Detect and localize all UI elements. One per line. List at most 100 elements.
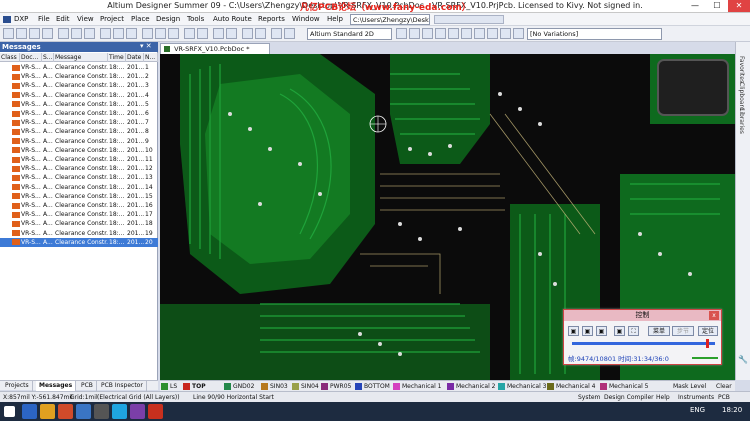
message-row[interactable]: VR-S... A... Clearance Constr... 18:... 201.… bbox=[0, 210, 158, 219]
save-icon[interactable] bbox=[29, 28, 40, 39]
undo-icon[interactable] bbox=[242, 28, 253, 39]
layer-tab[interactable]: PWR05 bbox=[320, 382, 354, 391]
menu-design[interactable]: Design bbox=[156, 15, 180, 23]
message-row[interactable]: VR-S... A... Clearance Constr... 18:... 201.… bbox=[0, 201, 158, 210]
control-grid-icon-1[interactable]: ▣ bbox=[568, 326, 579, 336]
message-row[interactable]: VR-S... A... Clearance Constr... 18:... 201.… bbox=[0, 164, 158, 173]
via-icon[interactable] bbox=[448, 28, 459, 39]
message-row[interactable]: VR-S... A... Clearance Constr... 18:... 201.… bbox=[0, 183, 158, 192]
cloud-icon[interactable] bbox=[112, 404, 127, 419]
print-icon[interactable] bbox=[42, 28, 53, 39]
status-design-compiler[interactable]: Design Compiler bbox=[604, 393, 654, 402]
col-message[interactable]: Message bbox=[54, 53, 108, 62]
control-grid-icon-2[interactable]: ▣ bbox=[582, 326, 593, 336]
control-fullscreen-icon[interactable]: ⛶ bbox=[628, 326, 639, 336]
menu-place[interactable]: Place bbox=[131, 15, 150, 23]
menu-edit[interactable]: Edit bbox=[56, 15, 70, 23]
control-step-button[interactable]: 步节 bbox=[672, 326, 694, 336]
col-class[interactable]: Class bbox=[0, 53, 20, 62]
ie-icon[interactable] bbox=[22, 404, 37, 419]
tab-pcb[interactable]: PCB bbox=[78, 381, 97, 391]
col-date[interactable]: Date bbox=[126, 53, 144, 62]
tab-projects[interactable]: Projects bbox=[2, 381, 33, 391]
tab-pcb-inspector[interactable]: PCB Inspector bbox=[98, 381, 147, 391]
control-grid-icon-4[interactable]: ▣ bbox=[614, 326, 625, 336]
message-row[interactable]: VR-S... A... Clearance Constr... 18:... 201.… bbox=[0, 146, 158, 155]
layer-tab[interactable]: Mechanical 5 bbox=[599, 382, 651, 391]
menu-view[interactable]: View bbox=[77, 15, 94, 23]
message-row[interactable]: VR-S... A... Clearance Constr... 18:... 201.… bbox=[0, 72, 158, 81]
diff-pair-icon[interactable] bbox=[409, 28, 420, 39]
layer-tab[interactable]: BOTTOM bbox=[354, 382, 393, 391]
message-row[interactable]: VR-S... A... Clearance Constr... 18:... 201.… bbox=[0, 118, 158, 127]
layer-tab[interactable]: SIN03 bbox=[260, 382, 291, 391]
layer-tab[interactable]: Mechanical 4 bbox=[546, 382, 598, 391]
tab-messages[interactable]: Messages bbox=[36, 381, 77, 391]
playback-progress[interactable] bbox=[572, 342, 715, 345]
line-icon[interactable] bbox=[500, 28, 511, 39]
open-icon[interactable] bbox=[16, 28, 27, 39]
zoom-fit-icon[interactable] bbox=[84, 28, 95, 39]
paste-icon[interactable] bbox=[126, 28, 137, 39]
message-row[interactable]: VR-S... A... Clearance Constr... 18:... 201.… bbox=[0, 229, 158, 238]
control-locate-button[interactable]: 定位 bbox=[698, 326, 718, 336]
cross-probe-icon[interactable] bbox=[184, 28, 195, 39]
menu-auto-route[interactable]: Auto Route bbox=[213, 15, 252, 23]
windows-start-icon[interactable] bbox=[4, 406, 15, 417]
menu-reports[interactable]: Reports bbox=[258, 15, 285, 23]
tab-libraries[interactable]: Libraries bbox=[738, 108, 745, 134]
altium-icon[interactable] bbox=[148, 404, 163, 419]
tab-clipboard[interactable]: Clipboard bbox=[738, 82, 745, 111]
new-icon[interactable] bbox=[3, 28, 14, 39]
region-icon[interactable] bbox=[513, 28, 524, 39]
view-config-combo[interactable]: Altium Standard 2D bbox=[307, 28, 392, 40]
layer-tab[interactable]: GND02 bbox=[223, 382, 257, 391]
place-icon[interactable] bbox=[213, 28, 224, 39]
string-icon[interactable] bbox=[474, 28, 485, 39]
panel-menu-icon[interactable]: ▾ ✕ bbox=[140, 42, 152, 50]
app-icon[interactable] bbox=[76, 404, 91, 419]
deselect-icon[interactable] bbox=[168, 28, 179, 39]
message-row[interactable]: VR-S... A... Clearance Constr... 18:... 201.… bbox=[0, 127, 158, 136]
status-instruments[interactable]: Instruments bbox=[678, 393, 714, 402]
chrome-icon[interactable] bbox=[58, 404, 73, 419]
menu-dxp[interactable]: DXP bbox=[14, 15, 28, 23]
cut-icon[interactable] bbox=[100, 28, 111, 39]
menu-project[interactable]: Project bbox=[100, 15, 124, 23]
settings-icon[interactable] bbox=[94, 404, 109, 419]
input-language[interactable]: ENG bbox=[690, 406, 705, 414]
layer-tab[interactable]: Mechanical 1 bbox=[392, 382, 444, 391]
menu-tools[interactable]: Tools bbox=[187, 15, 204, 23]
col-source[interactable]: S... bbox=[42, 53, 54, 62]
redo-icon[interactable] bbox=[255, 28, 266, 39]
maximize-button[interactable]: ☐ bbox=[706, 0, 728, 12]
message-row[interactable]: VR-S... A... Clearance Constr... 18:... 201.… bbox=[0, 155, 158, 164]
explorer-icon[interactable] bbox=[40, 404, 55, 419]
fill-icon[interactable] bbox=[435, 28, 446, 39]
menu-help[interactable]: Help bbox=[327, 15, 343, 23]
route-icon[interactable] bbox=[197, 28, 208, 39]
interactive-route-icon[interactable] bbox=[396, 28, 407, 39]
menu-window[interactable]: Window bbox=[292, 15, 320, 23]
message-row[interactable]: VR-S... A... Clearance Constr... 18:... 201.… bbox=[0, 109, 158, 118]
message-row[interactable]: VR-S... A... Clearance Constr... 18:... 201.… bbox=[0, 81, 158, 90]
message-row[interactable]: VR-S... A... Clearance Constr... 18:... 201.… bbox=[0, 91, 158, 100]
filter-icon[interactable] bbox=[271, 28, 282, 39]
layer-tab[interactable]: Mechanical 3 bbox=[497, 382, 549, 391]
move-icon[interactable] bbox=[155, 28, 166, 39]
clear-button[interactable]: Clear bbox=[713, 382, 735, 391]
status-pcb[interactable]: PCB bbox=[718, 393, 730, 402]
status-system[interactable]: System bbox=[578, 393, 600, 402]
zoom-out-icon[interactable] bbox=[71, 28, 82, 39]
message-row[interactable]: VR-S... A... Clearance Constr... 18:... 201.… bbox=[0, 219, 158, 228]
variations-combo[interactable]: [No Variations] bbox=[527, 28, 662, 40]
arc-icon[interactable] bbox=[487, 28, 498, 39]
select-icon[interactable] bbox=[142, 28, 153, 39]
copy-icon[interactable] bbox=[113, 28, 124, 39]
minimize-button[interactable]: — bbox=[684, 0, 706, 12]
measure-icon[interactable] bbox=[226, 28, 237, 39]
layer-tab[interactable]: LS bbox=[160, 382, 180, 391]
path-combo[interactable]: C:\Users\Zhengzy\Desktop\VR- bbox=[350, 14, 430, 25]
wrench-icon[interactable]: 🔧 bbox=[738, 355, 748, 365]
col-time[interactable]: Time bbox=[108, 53, 126, 62]
